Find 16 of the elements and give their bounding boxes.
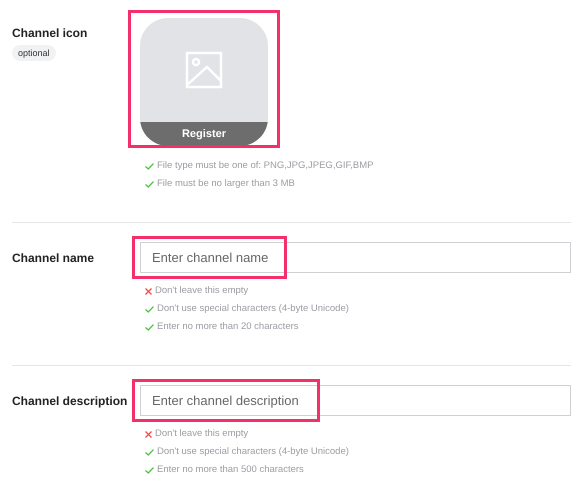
- rule-text: Don't use special characters (4-byte Unicode): [157, 444, 349, 459]
- rule-text: Enter no more than 20 characters: [157, 320, 299, 334]
- icon-upload-button[interactable]: Register: [140, 18, 268, 146]
- rule-text: Don't leave this empty: [155, 284, 248, 298]
- field-label: Channel name: [12, 250, 94, 266]
- field-label: Channel icon: [12, 25, 88, 41]
- field-label: Channel description: [12, 392, 128, 408]
- rule-text: File type must be one of: PNG,JPG,JPEG,GIF,BMP: [157, 158, 374, 173]
- rule-text: Enter no more than 500 characters: [157, 462, 304, 477]
- rule-text: File must be no larger than 3 MB: [157, 176, 295, 191]
- image-icon: [185, 51, 223, 89]
- text-field[interactable]: Enter channel name: [140, 242, 571, 273]
- text-field[interactable]: Enter channel description: [140, 385, 571, 416]
- optional-badge: optional: [12, 45, 56, 61]
- rule-text: Don't leave this empty: [155, 426, 248, 441]
- rule-text: Don't use special characters (4-byte Unicode): [157, 302, 349, 316]
